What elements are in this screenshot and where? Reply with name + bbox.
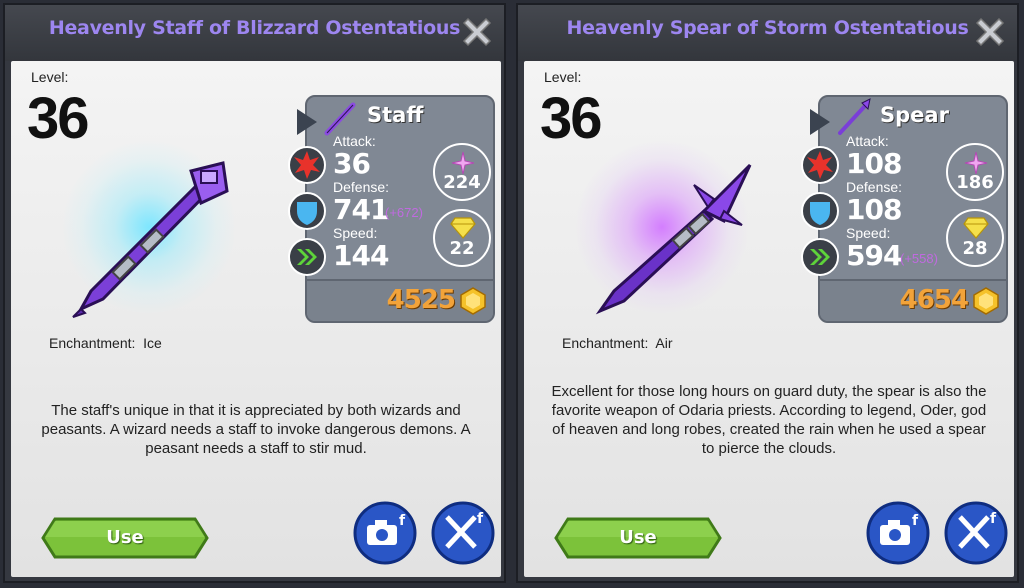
enchantment-row: Enchantment: Ice <box>49 335 162 351</box>
item-description: The staff's unique in that it is appreci… <box>41 402 471 457</box>
attack-value: 36 <box>333 147 371 180</box>
pink-gem-counter: 186 <box>946 143 1004 201</box>
camera-facebook-icon[interactable]: f <box>866 501 930 565</box>
price-bar: 4525 <box>307 279 493 321</box>
defense-value: 741 <box>333 193 389 226</box>
camera-facebook-icon[interactable]: f <box>353 501 417 565</box>
spear-type-icon <box>838 98 871 135</box>
yellow-gem-value: 28 <box>962 238 988 259</box>
svg-text:f: f <box>477 511 484 527</box>
weapon-type: Staff <box>367 103 424 127</box>
defense-bonus: (+672) <box>385 205 423 220</box>
item-description: Excellent for those long hours on guard … <box>551 383 987 457</box>
svg-text:f: f <box>912 513 919 529</box>
card-body: Level: 36 Staff Attack: 36 Defense: 741 … <box>11 61 501 577</box>
gold-coin-icon <box>460 287 486 315</box>
attack-value: 108 <box>846 147 902 180</box>
level-label: Level: <box>544 69 582 85</box>
pink-gem-counter: 224 <box>433 143 491 201</box>
gold-coin-icon <box>973 287 999 315</box>
item-title: Heavenly Staff of Blizzard Ostentatious <box>48 17 461 39</box>
item-card-staff: Heavenly Staff of Blizzard Ostentatious … <box>3 3 506 583</box>
defense-icon <box>801 192 839 230</box>
card-body: Level: 36 Spear Attack: 108 Defense: 108… <box>524 61 1014 577</box>
speed-icon <box>288 238 326 276</box>
yellow-gem-counter: 28 <box>946 209 1004 267</box>
enchantment-value: Ice <box>143 335 162 351</box>
price-bar: 4654 <box>820 279 1006 321</box>
yellow-diamond-gem-icon <box>963 217 989 239</box>
svg-text:f: f <box>990 511 997 527</box>
speed-bonus: (+558) <box>900 251 938 266</box>
crossed-swords-facebook-icon[interactable]: f <box>944 501 1008 565</box>
attack-icon <box>801 146 839 184</box>
use-button-label: Use <box>619 527 657 548</box>
spear-icon <box>595 163 752 315</box>
crossed-swords-facebook-icon[interactable]: f <box>431 501 495 565</box>
stats-card: Staff Attack: 36 Defense: 741 (+672) Spe… <box>288 95 495 323</box>
pink-gem-value: 186 <box>956 172 994 193</box>
level-label: Level: <box>31 69 69 85</box>
close-icon[interactable] <box>971 13 1009 51</box>
stats-card: Spear Attack: 108 Defense: 108 Speed: 59… <box>801 95 1008 323</box>
defense-icon <box>288 192 326 230</box>
enchantment-label: Enchantment: <box>49 335 136 351</box>
speed-icon <box>801 238 839 276</box>
staff-icon <box>72 161 229 318</box>
speed-value: 594 <box>846 239 902 272</box>
enchantment-value: Air <box>655 335 673 351</box>
enchantment-label: Enchantment: <box>562 335 649 351</box>
defense-value: 108 <box>846 193 902 226</box>
svg-text:f: f <box>399 513 406 529</box>
item-title: Heavenly Spear of Storm Ostentatious <box>566 17 969 39</box>
speed-value: 144 <box>333 239 389 272</box>
enchantment-row: Enchantment: Air <box>562 335 673 351</box>
staff-type-icon <box>324 102 356 136</box>
title-bar: Heavenly Spear of Storm Ostentatious <box>518 5 1017 61</box>
yellow-gem-value: 22 <box>449 238 475 259</box>
use-button[interactable]: Use <box>41 515 209 561</box>
use-button[interactable]: Use <box>554 515 722 561</box>
flag-arrow-icon <box>810 109 830 135</box>
price-value: 4654 <box>899 285 969 315</box>
title-bar: Heavenly Staff of Blizzard Ostentatious <box>5 5 504 61</box>
price-value: 4525 <box>386 285 456 315</box>
weapon-type: Spear <box>880 103 949 127</box>
yellow-diamond-gem-icon <box>450 217 476 239</box>
attack-icon <box>288 146 326 184</box>
use-button-label: Use <box>106 527 144 548</box>
flag-arrow-icon <box>297 109 317 135</box>
yellow-gem-counter: 22 <box>433 209 491 267</box>
item-card-spear: Heavenly Spear of Storm Ostentatious Lev… <box>516 3 1019 583</box>
close-icon[interactable] <box>458 13 496 51</box>
pink-gem-value: 224 <box>443 172 481 193</box>
